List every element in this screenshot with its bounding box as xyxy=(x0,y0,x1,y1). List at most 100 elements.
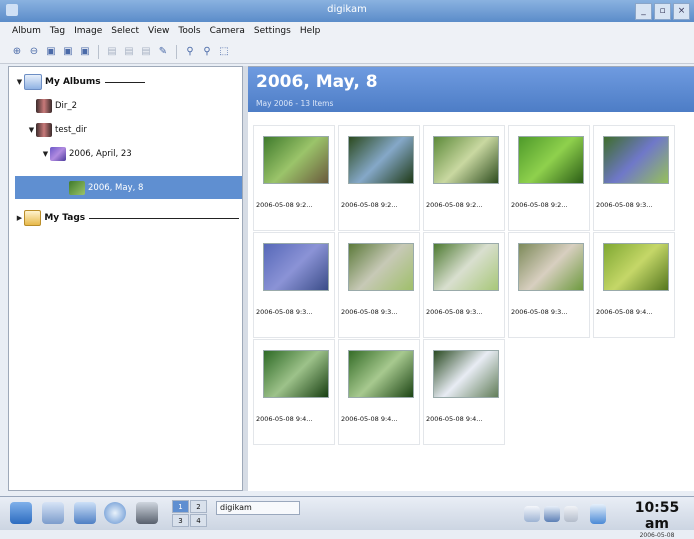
fullscreen-icon[interactable]: ⬚ xyxy=(217,45,231,59)
maximize-button[interactable]: ▫ xyxy=(654,3,671,20)
thumbnail-image[interactable] xyxy=(518,243,584,291)
thumbnail-item[interactable]: 2006-05-08 9:3... xyxy=(593,125,675,231)
thumbnail-caption: 2006-05-08 9:4... xyxy=(341,415,398,423)
album-title: 2006, May, 8 xyxy=(256,72,378,92)
desktop-4-button[interactable]: 4 xyxy=(190,514,207,527)
menu-tools[interactable]: Tools xyxy=(178,26,200,36)
window-title: digikam xyxy=(327,4,367,15)
thumbnail-item[interactable]: 2006-05-08 9:2... xyxy=(338,125,420,231)
zoom-in-icon[interactable]: ⊕ xyxy=(10,45,24,59)
thumbnail-caption: 2006-05-08 9:2... xyxy=(426,201,483,209)
thumbnail-image[interactable] xyxy=(263,243,329,291)
home-icon[interactable] xyxy=(42,502,64,524)
thumbnail-item[interactable]: 2006-05-08 9:3... xyxy=(338,232,420,338)
clock[interactable]: 10:55 am 2006-05-08 xyxy=(622,500,692,539)
minimize-button[interactable]: _ xyxy=(635,3,652,20)
expand-arrow-icon[interactable]: ▼ xyxy=(27,126,36,134)
tree-my-albums[interactable]: ▼ My Albums xyxy=(15,71,239,93)
taskbar: 1 2 3 4 digikam 10:55 am 2006-05-08 xyxy=(0,496,694,539)
zoom-out-icon[interactable]: ⊖ xyxy=(27,45,41,59)
tree-my-tags[interactable]: ▶ My Tags xyxy=(15,207,239,229)
tree-label-my-albums: My Albums xyxy=(45,77,101,87)
image-view-icon[interactable]: ▤ xyxy=(105,45,119,59)
thumbnail-item[interactable]: 2006-05-08 9:2... xyxy=(253,125,335,231)
thumbnail-image[interactable] xyxy=(348,243,414,291)
menu-album[interactable]: Album xyxy=(12,26,41,36)
browser-icon[interactable] xyxy=(104,502,126,524)
pencil-icon[interactable]: ✎ xyxy=(156,45,170,59)
thumbnail-image[interactable] xyxy=(263,136,329,184)
thumbnail-image[interactable] xyxy=(348,136,414,184)
menu-bar: Album Tag Image Select View Tools Camera… xyxy=(0,22,694,40)
tree-label-dir2: Dir_2 xyxy=(55,101,78,111)
tags-icon xyxy=(23,210,42,226)
thumbnail-caption: 2006-05-08 9:4... xyxy=(256,415,313,423)
tree-item-dir2[interactable]: Dir_2 xyxy=(27,95,77,117)
thumbnail-image[interactable] xyxy=(433,350,499,398)
close-button[interactable]: × xyxy=(673,3,690,20)
thumbnail-caption: 2006-05-08 9:3... xyxy=(511,308,568,316)
expand-arrow-icon[interactable]: ▼ xyxy=(41,150,50,158)
kde-menu-icon[interactable] xyxy=(10,502,32,524)
desktop-2-button[interactable]: 2 xyxy=(190,500,207,513)
volume-icon[interactable] xyxy=(544,506,560,522)
thumbnail-caption: 2006-05-08 9:3... xyxy=(426,308,483,316)
thumbnail-item[interactable]: 2006-05-08 9:2... xyxy=(423,125,505,231)
thumbnail-item[interactable]: 2006-05-08 9:2... xyxy=(508,125,590,231)
image-edit-icon[interactable]: ▤ xyxy=(122,45,136,59)
terminal-icon[interactable] xyxy=(136,502,158,524)
thumbnail-item[interactable]: 2006-05-08 9:4... xyxy=(593,232,675,338)
image-rename-icon[interactable]: ▤ xyxy=(139,45,153,59)
clock-time: 10:55 am xyxy=(634,500,680,532)
main-toolbar: ⊕ ⊖ ▣ ▣ ▣ ▤ ▤ ▤ ✎ ⚲ ⚲ ⬚ xyxy=(0,40,694,64)
thumbnail-item[interactable]: 2006-05-08 9:3... xyxy=(508,232,590,338)
tree-item-test-dir[interactable]: ▼ test_dir xyxy=(27,119,87,141)
toolbar-separator xyxy=(98,44,99,59)
tree-item-may-8[interactable]: 2006, May, 8 xyxy=(15,176,242,199)
thumbnail-item[interactable]: 2006-05-08 9:4... xyxy=(338,339,420,445)
menu-camera[interactable]: Camera xyxy=(210,26,245,36)
thumbnail-item[interactable]: 2006-05-08 9:4... xyxy=(423,339,505,445)
collapse-arrow-icon[interactable]: ▶ xyxy=(15,214,24,222)
thumbnail-image[interactable] xyxy=(518,136,584,184)
album-header: 2006, May, 8 May 2006 - 13 Items xyxy=(248,67,694,112)
tree-label-test-dir: test_dir xyxy=(55,125,87,135)
network-icon[interactable] xyxy=(564,506,578,522)
desktop-3-button[interactable]: 3 xyxy=(172,514,189,527)
menu-view[interactable]: View xyxy=(148,26,169,36)
album-delete-icon[interactable]: ▣ xyxy=(78,45,92,59)
thumb-smaller-icon[interactable]: ⚲ xyxy=(200,45,214,59)
icon-view: 2006, May, 8 May 2006 - 13 Items 2006-05… xyxy=(248,66,694,491)
desktop-1-button[interactable]: 1 xyxy=(172,500,189,513)
task-digikam[interactable]: digikam xyxy=(216,501,300,515)
thumbnail-image[interactable] xyxy=(603,243,669,291)
album-tree-sidebar: ▼ My Albums Dir_2 ▼ test_dir ▼ 2006, Apr… xyxy=(8,66,243,491)
thumbnail-image[interactable] xyxy=(603,136,669,184)
menu-help[interactable]: Help xyxy=(300,26,321,36)
tree-item-april-23[interactable]: ▼ 2006, April, 23 xyxy=(41,143,132,165)
thumbnail-image[interactable] xyxy=(433,136,499,184)
clipboard-icon[interactable] xyxy=(524,506,540,522)
menu-tag[interactable]: Tag xyxy=(50,26,65,36)
window-titlebar: digikam _ ▫ × xyxy=(0,0,694,22)
thumbnail-item[interactable]: 2006-05-08 9:3... xyxy=(253,232,335,338)
thumbnail-item[interactable]: 2006-05-08 9:3... xyxy=(423,232,505,338)
thumbnail-image[interactable] xyxy=(433,243,499,291)
album-props-icon[interactable]: ▣ xyxy=(61,45,75,59)
album-subtitle: May 2006 - 13 Items xyxy=(256,99,334,108)
expand-arrow-icon[interactable]: ▼ xyxy=(15,78,24,86)
thumbnail-caption: 2006-05-08 9:3... xyxy=(341,308,398,316)
thumbnail-caption: 2006-05-08 9:2... xyxy=(341,201,398,209)
thumbnail-image[interactable] xyxy=(263,350,329,398)
album-thumb-icon xyxy=(69,180,85,195)
file-manager-icon[interactable] xyxy=(74,502,96,524)
thumbnail-caption: 2006-05-08 9:3... xyxy=(596,201,653,209)
thumbnail-image[interactable] xyxy=(348,350,414,398)
menu-image[interactable]: Image xyxy=(74,26,102,36)
menu-select[interactable]: Select xyxy=(111,26,139,36)
thumb-larger-icon[interactable]: ⚲ xyxy=(183,45,197,59)
album-new-icon[interactable]: ▣ xyxy=(44,45,58,59)
updater-icon[interactable] xyxy=(590,504,606,524)
thumbnail-item[interactable]: 2006-05-08 9:4... xyxy=(253,339,335,445)
menu-settings[interactable]: Settings xyxy=(254,26,291,36)
